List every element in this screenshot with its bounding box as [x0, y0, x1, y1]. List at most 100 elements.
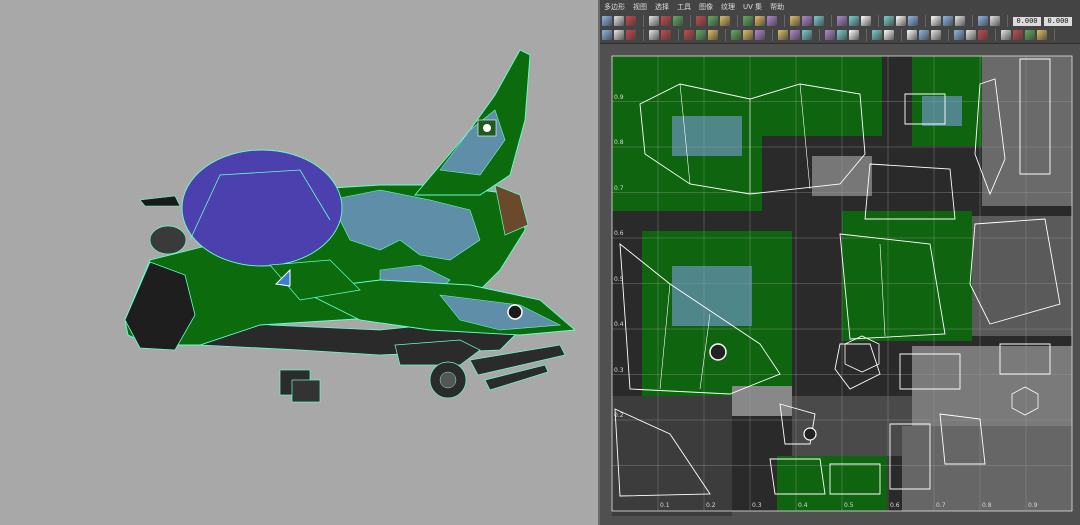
- tool-icon[interactable]: [1025, 30, 1035, 40]
- tool-icon[interactable]: [802, 30, 812, 40]
- uv-u-tick-label: 0.8: [982, 502, 992, 509]
- tool-icon[interactable]: [872, 30, 882, 40]
- menu-select[interactable]: 选择: [655, 2, 669, 12]
- uv-v-tick-label: 0.6: [614, 230, 624, 237]
- menu-tool[interactable]: 工具: [677, 2, 691, 12]
- texture-green-region: [842, 211, 972, 341]
- tool-icon[interactable]: [931, 16, 941, 26]
- tool-icon[interactable]: [978, 16, 988, 26]
- tool-icon[interactable]: [602, 30, 612, 40]
- tool-icon[interactable]: [626, 16, 636, 26]
- tool-icon[interactable]: [978, 30, 988, 40]
- tool-icon[interactable]: [966, 30, 976, 40]
- tool-icon[interactable]: [884, 30, 894, 40]
- uv-menubar: 多边形 视图 选择 工具 图像 纹理 UV 集 帮助: [600, 0, 1080, 13]
- tool-icon[interactable]: [602, 16, 612, 26]
- tool-icon[interactable]: [955, 16, 965, 26]
- uv-u-tick-label: 0.6: [890, 502, 900, 509]
- tool-icon[interactable]: [743, 16, 753, 26]
- tool-icon[interactable]: [614, 16, 624, 26]
- tool-icon[interactable]: [954, 30, 964, 40]
- menu-texture[interactable]: 纹理: [721, 2, 735, 12]
- uv-v-tick-label: 0.2: [614, 412, 624, 419]
- tool-icon[interactable]: [849, 16, 859, 26]
- tool-icon[interactable]: [931, 30, 941, 40]
- tool-icon[interactable]: [614, 30, 624, 40]
- tool-icon[interactable]: [884, 16, 894, 26]
- tool-icon[interactable]: [649, 30, 659, 40]
- tool-icon[interactable]: [790, 30, 800, 40]
- tool-icon[interactable]: [661, 16, 671, 26]
- uv-v-tick-label: 0.8: [614, 139, 624, 146]
- tool-icon[interactable]: [837, 16, 847, 26]
- texture-blue-region: [672, 266, 752, 326]
- texture-gray-region: [982, 56, 1072, 206]
- toolbar-separator: [643, 29, 644, 41]
- v-value-field[interactable]: 0.000: [1044, 16, 1072, 26]
- menu-view[interactable]: 视图: [633, 2, 647, 12]
- tool-icon[interactable]: [907, 30, 917, 40]
- tool-icon[interactable]: [673, 16, 683, 26]
- tool-icon[interactable]: [908, 16, 918, 26]
- tool-icon[interactable]: [626, 30, 636, 40]
- tool-icon[interactable]: [743, 30, 753, 40]
- texture-gray-region: [902, 426, 1072, 511]
- texture-green-region: [762, 56, 882, 136]
- tool-icon[interactable]: [708, 30, 718, 40]
- toolbar-separator: [972, 15, 973, 27]
- tool-icon[interactable]: [861, 16, 871, 26]
- uv-v-tick-label: 0.9: [614, 93, 624, 101]
- tool-icon[interactable]: [1037, 30, 1047, 40]
- tool-icon[interactable]: [755, 30, 765, 40]
- tool-icon[interactable]: [919, 30, 929, 40]
- 3d-viewport[interactable]: [0, 0, 598, 525]
- tool-icon[interactable]: [837, 30, 847, 40]
- texture-gray-region: [792, 396, 912, 456]
- uv-u-tick-label: 0.3: [752, 502, 762, 509]
- tool-icon[interactable]: [778, 30, 788, 40]
- tool-icon[interactable]: [814, 16, 824, 26]
- tool-icon[interactable]: [720, 16, 730, 26]
- tool-icon[interactable]: [708, 16, 718, 26]
- jet-canopy: [181, 149, 343, 267]
- u-value-field[interactable]: 0.000: [1013, 16, 1041, 26]
- jet-pitot-probe: [139, 195, 181, 207]
- menu-uvsets[interactable]: UV 集: [743, 2, 762, 12]
- texture-roundel: [803, 427, 817, 441]
- tool-icon[interactable]: [896, 16, 906, 26]
- tool-icon[interactable]: [767, 16, 777, 26]
- toolbar-separator: [1054, 29, 1055, 41]
- texture-gray-region: [732, 386, 792, 416]
- tool-icon[interactable]: [1001, 30, 1011, 40]
- jet-model[interactable]: [0, 0, 598, 525]
- tool-icon[interactable]: [696, 30, 706, 40]
- texture-blue-region: [672, 116, 742, 156]
- tool-icon[interactable]: [755, 16, 765, 26]
- landing-gear-main: [429, 361, 467, 399]
- tool-icon[interactable]: [943, 16, 953, 26]
- tool-icon[interactable]: [731, 30, 741, 40]
- tool-icon[interactable]: [802, 16, 812, 26]
- tool-icon[interactable]: [684, 30, 694, 40]
- toolbar-separator: [995, 29, 996, 41]
- menu-image[interactable]: 图像: [699, 2, 713, 12]
- jet-side-pod: [149, 225, 187, 255]
- tool-icon[interactable]: [825, 30, 835, 40]
- tool-icon[interactable]: [790, 16, 800, 26]
- tool-icon[interactable]: [661, 30, 671, 40]
- toolbar-separator: [948, 29, 949, 41]
- tool-icon[interactable]: [849, 30, 859, 40]
- tool-icon[interactable]: [649, 16, 659, 26]
- tool-icon[interactable]: [1013, 30, 1023, 40]
- toolbar-separator: [878, 15, 879, 27]
- uv-canvas[interactable]: 0.9 0.8 0.7 0.6 0.5 0.4 0.3 0.2 0.1 0.2 0.3 0.4 0.5 0…: [600, 44, 1080, 525]
- tool-icon[interactable]: [990, 16, 1000, 26]
- texture-blue-region: [922, 96, 962, 126]
- uv-u-tick-label: 0.1: [660, 502, 670, 509]
- toolbar-separator: [678, 29, 679, 41]
- menu-help[interactable]: 帮助: [770, 2, 784, 12]
- uv-layout[interactable]: [600, 44, 1080, 525]
- menu-polygons[interactable]: 多边形: [604, 2, 625, 12]
- tool-icon[interactable]: [696, 16, 706, 26]
- uv-v-tick-label: 0.5: [614, 275, 624, 283]
